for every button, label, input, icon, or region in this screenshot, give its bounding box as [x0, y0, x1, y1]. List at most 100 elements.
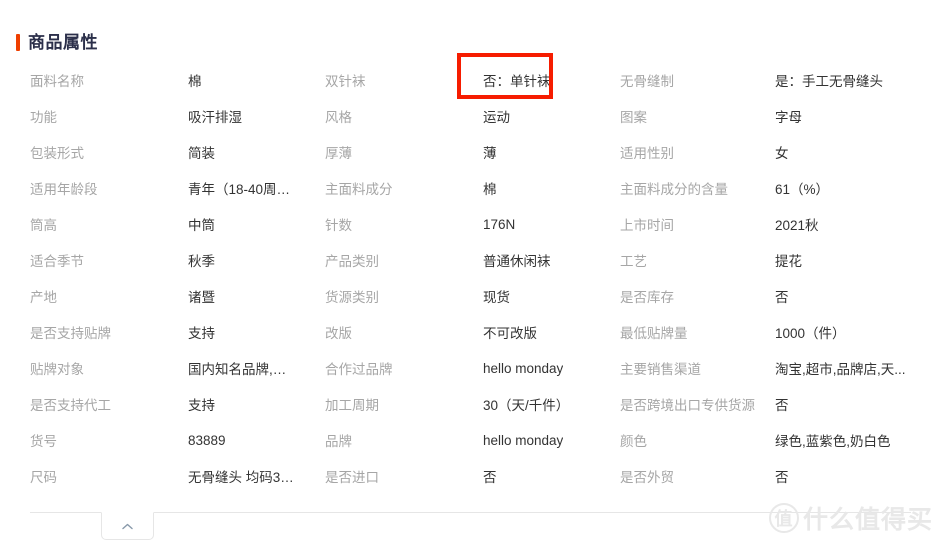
attribute-cell: 双针袜 否：单针袜	[295, 62, 590, 98]
attribute-label: 适用性别	[620, 146, 674, 161]
attribute-value: 现货	[483, 290, 510, 305]
attribute-label: 颜色	[620, 434, 647, 449]
page-title: 商品属性	[28, 32, 98, 52]
attribute-value: 淘宝,超市,品牌店,天...	[775, 362, 906, 377]
attribute-value: 不可改版	[483, 326, 537, 341]
attribute-value: 30（天/千件）	[483, 398, 570, 413]
attribute-cell: 针数 176N	[295, 206, 590, 242]
attribute-label: 贴牌对象	[30, 362, 84, 377]
chevron-up-icon	[122, 523, 133, 530]
table-row: 尺码 无骨缝头 均码34-39 是否进口 否 是否外贸 否	[0, 458, 941, 494]
attribute-value: 字母	[775, 110, 802, 125]
attribute-cell: 适用性别 女	[590, 134, 941, 170]
attribute-value: 运动	[483, 110, 510, 125]
attribute-cell: 面料名称 棉	[0, 62, 295, 98]
attribute-value: 中筒	[188, 218, 215, 233]
watermark-text: 什么值得买	[802, 506, 933, 534]
attribute-label: 工艺	[620, 254, 647, 269]
section-accent-bar	[16, 33, 20, 51]
attribute-value: 83889	[188, 432, 226, 448]
attribute-value: 薄	[483, 146, 497, 161]
attribute-cell: 是否支持代工 支持	[0, 386, 295, 422]
attribute-value: 否	[775, 290, 789, 305]
attribute-label: 货号	[30, 434, 57, 449]
attribute-cell: 工艺 提花	[590, 242, 941, 278]
attribute-cell: 合作过品牌 hello monday	[295, 350, 590, 386]
attribute-cell: 主面料成分 棉	[295, 170, 590, 206]
attribute-cell: 包装形式 简装	[0, 134, 295, 170]
attribute-value: 否	[775, 470, 789, 485]
attribute-value: 2021秋	[775, 218, 819, 233]
table-row: 是否支持代工 支持 加工周期 30（天/千件） 是否跨境出口专供货源 否	[0, 386, 941, 422]
attribute-label: 是否支持贴牌	[30, 326, 111, 341]
attribute-cell: 主要销售渠道 淘宝,超市,品牌店,天...	[590, 350, 941, 386]
attribute-label: 功能	[30, 110, 57, 125]
attribute-cell: 加工周期 30（天/千件）	[295, 386, 590, 422]
table-row: 适用年龄段 青年（18-40周岁） 主面料成分 棉 主面料成分的含量 61（%）	[0, 170, 941, 206]
attribute-label: 是否支持代工	[30, 398, 111, 413]
attribute-value: 61（%）	[775, 182, 830, 197]
attribute-cell: 产品类别 普通休闲袜	[295, 242, 590, 278]
attribute-label: 主面料成分	[325, 182, 393, 197]
attribute-cell: 是否外贸 否	[590, 458, 941, 494]
table-row: 是否支持贴牌 支持 改版 不可改版 最低贴牌量 1000（件）	[0, 314, 941, 350]
attribute-value: 普通休闲袜	[483, 254, 551, 269]
attribute-label: 上市时间	[620, 218, 674, 233]
attribute-value: hello monday	[483, 360, 564, 376]
attribute-label: 针数	[325, 218, 352, 233]
attribute-value: 棉	[483, 182, 497, 197]
attribute-cell: 适合季节 秋季	[0, 242, 295, 278]
attribute-cell: 厚薄 薄	[295, 134, 590, 170]
table-row: 货号 83889 品牌 hello monday 颜色 绿色,蓝紫色,奶白色	[0, 422, 941, 458]
attribute-cell: 是否进口 否	[295, 458, 590, 494]
attribute-cell: 品牌 hello monday	[295, 422, 590, 458]
attribute-cell: 是否跨境出口专供货源 否	[590, 386, 941, 422]
attribute-label: 双针袜	[325, 74, 366, 89]
attribute-cell: 货源类别 现货	[295, 278, 590, 314]
attribute-label: 品牌	[325, 434, 352, 449]
collapse-attributes-button[interactable]	[101, 512, 154, 540]
attribute-label: 包装形式	[30, 146, 84, 161]
attribute-cell: 风格 运动	[295, 98, 590, 134]
attribute-value: 提花	[775, 254, 802, 269]
table-row: 面料名称 棉 双针袜 否：单针袜 无骨缝制 是：手工无骨缝头	[0, 62, 941, 98]
attribute-label: 加工周期	[325, 398, 379, 413]
attribute-value: 1000（件）	[775, 326, 846, 341]
attribute-cell: 货号 83889	[0, 422, 295, 458]
attribute-label: 是否外贸	[620, 470, 674, 485]
attribute-label: 是否进口	[325, 470, 379, 485]
attribute-label: 主面料成分的含量	[620, 182, 728, 197]
attribute-label: 图案	[620, 110, 647, 125]
attribute-label: 适合季节	[30, 254, 84, 269]
attribute-value: 国内知名品牌,国际知...	[188, 362, 295, 377]
attribute-value: 女	[775, 146, 789, 161]
attribute-label: 改版	[325, 326, 352, 341]
attribute-cell: 改版 不可改版	[295, 314, 590, 350]
attribute-label: 筒高	[30, 218, 57, 233]
section-header: 商品属性	[16, 31, 98, 53]
attribute-value: 秋季	[188, 254, 215, 269]
attribute-value: 是：手工无骨缝头	[775, 74, 883, 89]
attribute-value: 无骨缝头 均码34-39	[188, 470, 295, 485]
attribute-cell: 是否库存 否	[590, 278, 941, 314]
attribute-cell: 无骨缝制 是：手工无骨缝头	[590, 62, 941, 98]
attribute-cell: 尺码 无骨缝头 均码34-39	[0, 458, 295, 494]
attribute-label: 面料名称	[30, 74, 84, 89]
attribute-cell: 产地 诸暨	[0, 278, 295, 314]
site-watermark: 值 什么值得买	[768, 500, 933, 536]
table-row: 包装形式 简装 厚薄 薄 适用性别 女	[0, 134, 941, 170]
table-row: 贴牌对象 国内知名品牌,国际知... 合作过品牌 hello monday 主要销售渠道…	[0, 350, 941, 386]
attribute-cell: 上市时间 2021秋	[590, 206, 941, 242]
attribute-label: 是否跨境出口专供货源	[620, 398, 755, 413]
attribute-value: 吸汗排湿	[188, 110, 242, 125]
attribute-value: 简装	[188, 146, 215, 161]
attribute-label: 货源类别	[325, 290, 379, 305]
attribute-cell: 图案 字母	[590, 98, 941, 134]
table-row: 产地 诸暨 货源类别 现货 是否库存 否	[0, 278, 941, 314]
attribute-label: 无骨缝制	[620, 74, 674, 89]
product-attributes-table: 面料名称棉双针袜 否：单针袜 无骨缝制 是：手工无骨缝头 功能 吸汗排湿 风格 运动 图案 字母包…	[0, 62, 941, 494]
attribute-cell: 颜色 绿色,蓝紫色,奶白色	[590, 422, 941, 458]
attribute-label: 产品类别	[325, 254, 379, 269]
attribute-label: 合作过品牌	[325, 362, 393, 377]
attribute-value: hello monday	[483, 432, 564, 448]
